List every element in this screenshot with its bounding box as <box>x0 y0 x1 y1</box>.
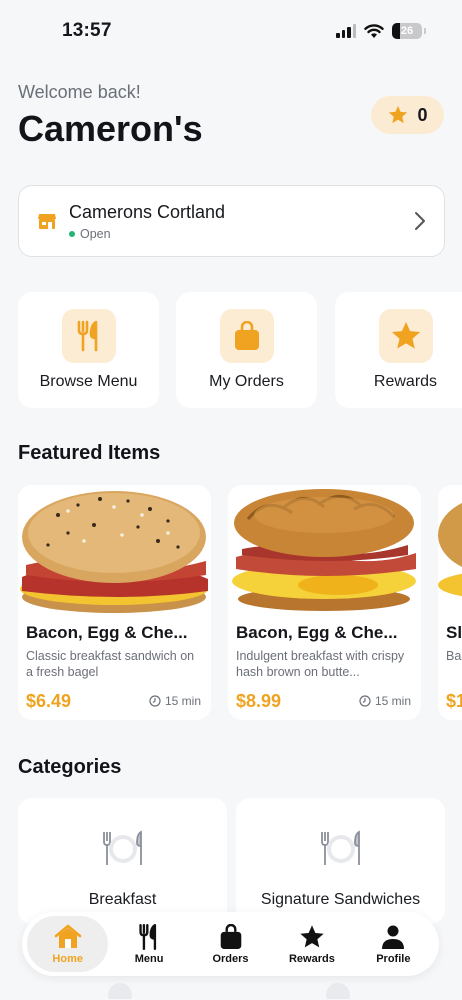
bag-icon <box>219 923 243 951</box>
person-icon <box>381 923 405 951</box>
item-price: $6.49 <box>26 691 72 711</box>
open-status-dot <box>69 230 75 237</box>
brand-title: Cameron's <box>18 108 203 149</box>
battery-icon: 26 <box>392 23 426 39</box>
category-breakfast[interactable]: Breakfast <box>18 798 227 924</box>
item-name: Bacon, Egg & Che... <box>236 623 398 642</box>
item-time-text: 15 min <box>374 694 411 708</box>
star-icon <box>389 105 408 124</box>
item-description: Indulgent breakfast with crispy hash bro… <box>236 649 405 679</box>
bag-icon <box>234 321 259 350</box>
fork-knife-icon <box>77 320 97 352</box>
location-status-text: Open <box>80 226 111 241</box>
bagel-sandwich-image <box>18 485 211 615</box>
tab-label: Profile <box>376 953 411 965</box>
featured-item-card[interactable]: Bacon, Egg & Che... Indulgent breakfast … <box>228 485 421 720</box>
plate-icon <box>100 828 146 877</box>
item-prep-time: 15 min <box>359 694 411 708</box>
location-info: Camerons Cortland Open <box>69 202 414 241</box>
tab-label: Home <box>52 953 83 965</box>
location-name: Camerons Cortland <box>69 201 226 222</box>
my-orders-button[interactable]: My Orders <box>176 292 317 408</box>
featured-section-title: Featured Items <box>18 442 161 464</box>
browse-menu-button[interactable]: Browse Menu <box>18 292 159 408</box>
tab-home[interactable]: Home <box>27 916 109 972</box>
location-status: Open <box>69 227 414 241</box>
reward-points-badge[interactable]: 0 <box>371 96 444 134</box>
croissant-sandwich-image <box>228 485 421 615</box>
featured-item-card[interactable]: Bacon, Egg & Che... Classic breakfast sa… <box>18 485 211 720</box>
item-description: Ba To <box>446 649 462 663</box>
tab-label: Rewards <box>288 953 335 965</box>
quick-icon-box <box>378 309 433 363</box>
status-time: 13:57 <box>62 20 112 41</box>
quick-icon-box <box>219 309 274 363</box>
fork-knife-icon <box>138 923 160 951</box>
item-name: Bacon, Egg & Che... <box>26 623 188 642</box>
welcome-text: Welcome back! <box>18 82 141 102</box>
quick-action-label: Rewards <box>373 373 438 390</box>
item-price: $8.99 <box>236 691 282 711</box>
scrolled-plate-icon <box>318 975 358 1000</box>
location-selector[interactable]: Camerons Cortland Open <box>18 185 445 257</box>
tab-label: Menu <box>134 953 164 965</box>
tab-profile[interactable]: Profile <box>353 916 434 972</box>
star-icon <box>298 923 326 951</box>
tab-menu[interactable]: Menu <box>108 916 189 972</box>
clock-icon <box>149 695 161 707</box>
tab-orders[interactable]: Orders <box>190 916 271 972</box>
cellular-signal-icon <box>336 24 356 38</box>
battery-level: 26 <box>400 25 414 37</box>
category-label: Breakfast <box>88 891 157 908</box>
featured-items-list: Bacon, Egg & Che... Classic breakfast sa… <box>18 485 462 721</box>
featured-item-card[interactable]: Sl Ba To $1 <box>438 485 462 720</box>
quick-action-label: My Orders <box>209 373 284 390</box>
bottom-tab-bar: Home Menu Orders Rewards Profile <box>22 912 439 976</box>
category-signature-sandwiches[interactable]: Signature Sandwiches <box>236 798 445 924</box>
item-description: Classic breakfast sandwich on a fresh ba… <box>26 649 195 679</box>
plate-icon <box>318 828 364 877</box>
item-price: $1 <box>446 691 462 711</box>
categories-section-title: Categories <box>18 756 122 778</box>
wifi-icon <box>364 23 384 38</box>
clock-icon <box>359 695 371 707</box>
item-name: Sl <box>446 623 462 642</box>
rewards-button[interactable]: Rewards <box>335 292 462 408</box>
item-prep-time: 15 min <box>149 694 201 708</box>
tab-label: Orders <box>212 953 249 965</box>
quick-action-label: Browse Menu <box>39 373 138 390</box>
sandwich-image <box>438 485 462 615</box>
category-label: Signature Sandwiches <box>260 891 421 908</box>
reward-points-count: 0 <box>417 104 428 125</box>
status-icons: 26 <box>336 23 426 39</box>
quick-icon-box <box>61 309 116 363</box>
star-icon <box>391 321 420 349</box>
tab-rewards[interactable]: Rewards <box>271 916 352 972</box>
quick-actions: Browse Menu My Orders Rewards <box>18 292 462 408</box>
chevron-right-icon <box>415 212 425 230</box>
status-bar: 13:57 26 <box>0 0 462 62</box>
home-icon <box>54 923 82 951</box>
item-time-text: 15 min <box>164 694 201 708</box>
store-icon <box>38 214 56 229</box>
scrolled-plate-icon <box>100 975 140 1000</box>
